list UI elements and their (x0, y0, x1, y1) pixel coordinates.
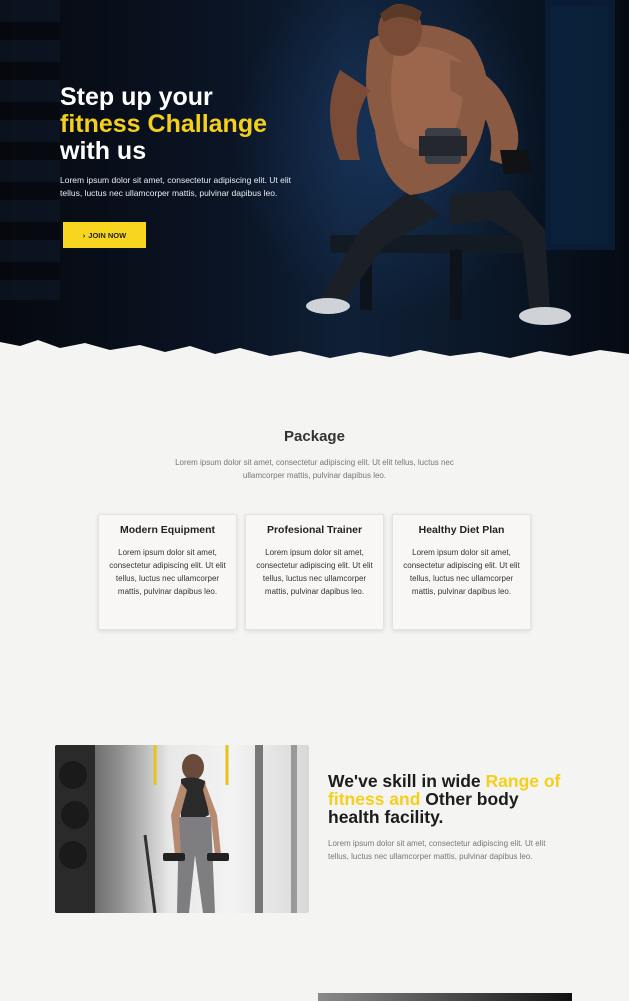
hero-title-highlight: fitness Challange (60, 110, 267, 138)
hero-athlete-image (306, 4, 571, 325)
facility-title-part1: We've skill in wide (328, 771, 486, 791)
package-card-healthy-diet-plan: Healthy Diet Plan Lorem ipsum dolor sit … (392, 514, 531, 630)
package-card-title: Modern Equipment (119, 524, 216, 536)
package-subtitle: Lorem ipsum dolor sit amet, consectetur … (175, 458, 454, 480)
facility-title: We've skill in wide Range of fitness and… (328, 772, 568, 826)
hero-description: Lorem ipsum dolor sit amet, consectetur … (60, 175, 292, 198)
hero-title-line1: Step up your (60, 83, 213, 111)
package-cards: Modern Equipment Lorem ipsum dolor sit a… (98, 514, 532, 630)
hero-title: Step up your fitness Challange with us (60, 84, 320, 165)
package-card-text: Lorem ipsum dolor sit amet, consectetur … (256, 548, 373, 596)
package-card-title: Healthy Diet Plan (418, 524, 505, 536)
join-now-label: JOIN NOW (88, 230, 127, 240)
package-title: Package (284, 428, 345, 445)
package-card-profesional-trainer: Profesional Trainer Lorem ipsum dolor si… (245, 514, 384, 630)
dumbbell-rack-background (0, 0, 60, 300)
package-card-text: Lorem ipsum dolor sit amet, consectetur … (403, 548, 520, 596)
join-now-button[interactable]: › JOIN NOW (63, 222, 146, 248)
package-card-text: Lorem ipsum dolor sit amet, consectetur … (109, 548, 226, 596)
facility-woman-dumbbell-image (55, 745, 309, 913)
torn-paper-divider (0, 340, 629, 372)
chevron-right-icon: › (82, 230, 86, 240)
package-card-modern-equipment: Modern Equipment Lorem ipsum dolor sit a… (98, 514, 237, 630)
hero-section: Step up your fitness Challange with us L… (0, 0, 629, 372)
package-card-title: Profesional Trainer (266, 524, 363, 536)
next-section-image-partial (318, 993, 572, 1001)
hero-title-line3: with us (60, 137, 147, 165)
facility-description: Lorem ipsum dolor sit amet, consectetur … (328, 839, 546, 861)
